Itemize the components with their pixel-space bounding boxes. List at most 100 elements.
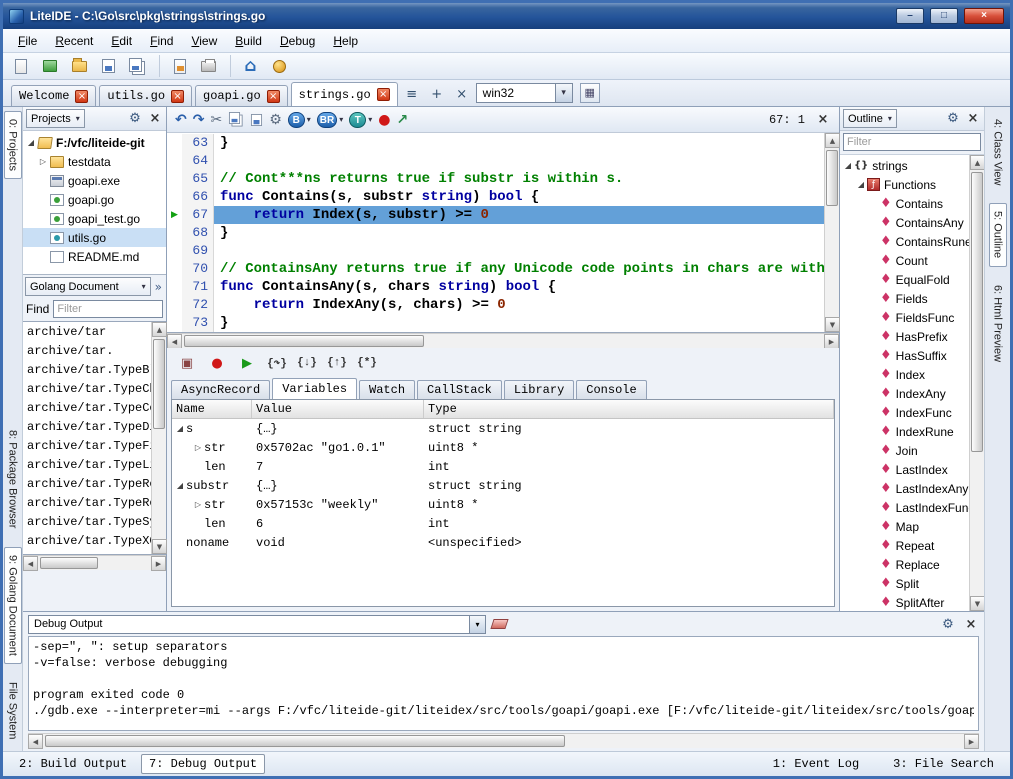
tab-strings-go[interactable]: strings.go×	[291, 82, 398, 106]
gear-icon[interactable]: ⚙	[126, 111, 144, 126]
close-panel-icon[interactable]: ×	[965, 111, 981, 126]
scroll-thumb[interactable]	[971, 172, 983, 452]
breakpoint-icon[interactable]: ●	[205, 352, 229, 374]
test-menu-button[interactable]: T ▾	[349, 112, 372, 128]
debug-tab-console[interactable]: Console	[576, 380, 646, 399]
scroll-left-icon[interactable]: ◀	[167, 334, 182, 349]
expander-icon[interactable]: ◢	[25, 138, 37, 147]
step-into-icon[interactable]: {↓}	[295, 352, 319, 374]
doc-item-archive-tar-typesymlink[interactable]: archive/tar.TypeSymlink	[23, 513, 151, 532]
scroll-up-icon[interactable]: ▲	[152, 322, 167, 337]
scroll-right-icon[interactable]: ▶	[964, 734, 979, 749]
export-icon[interactable]: ↗	[396, 112, 408, 128]
titlebar[interactable]: LiteIDE - C:\Go\src\pkg\strings\strings.…	[3, 3, 1010, 29]
debug-record-icon[interactable]: ●	[378, 112, 390, 128]
tree-item-goapi-go[interactable]: goapi.go	[23, 190, 166, 209]
status-button-3-file-search[interactable]: 3: File Search	[885, 754, 1002, 774]
tab-utils-go[interactable]: utils.go×	[99, 85, 192, 106]
doc-item-archive-tar-typexglobalheader[interactable]: archive/tar.TypeXGlobalHeader	[23, 532, 151, 551]
scroll-right-icon[interactable]: ▶	[151, 556, 166, 571]
doc-item-archive-tar-typerega[interactable]: archive/tar.TypeRegA	[23, 494, 151, 513]
code-line-64[interactable]: 64	[167, 152, 824, 170]
scroll-down-icon[interactable]: ▼	[825, 317, 840, 332]
edit-environment-icon[interactable]: ▦	[580, 83, 600, 103]
tree-item-testdata[interactable]: ▷testdata	[23, 152, 166, 171]
close-button[interactable]: ×	[964, 8, 1004, 24]
close-panel-icon[interactable]: ×	[963, 617, 979, 632]
variable-row-len[interactable]: len6int	[172, 514, 834, 533]
doc-item-archive-tar-typecont[interactable]: archive/tar.TypeCont	[23, 399, 151, 418]
scroll-left-icon[interactable]: ◀	[23, 556, 38, 571]
debug-tab-asyncrecord[interactable]: AsyncRecord	[171, 380, 270, 399]
output-combo[interactable]: Debug Output ▾	[28, 615, 486, 634]
menu-item-recent[interactable]: Recent	[46, 31, 102, 51]
expander-icon[interactable]: ◢	[855, 180, 867, 189]
continue-icon[interactable]: ▶	[235, 352, 259, 374]
menu-item-view[interactable]: View	[182, 31, 226, 51]
expander-icon[interactable]: ▷	[192, 443, 204, 452]
outline-item-lastindex[interactable]: ♦LastIndex	[840, 460, 969, 479]
tab-list-icon[interactable]: ≡	[401, 84, 423, 104]
column-header-type[interactable]: Type	[424, 400, 834, 418]
menu-item-build[interactable]: Build	[226, 31, 271, 51]
outline-item-containsany[interactable]: ♦ContainsAny	[840, 213, 969, 232]
sidebar-tab-file-system[interactable]: File System	[4, 674, 22, 747]
cut-icon[interactable]: ✂	[210, 112, 222, 128]
step-inst-icon[interactable]: {*}	[355, 352, 379, 374]
outline-item-replace[interactable]: ♦Replace	[840, 555, 969, 574]
copy-icon[interactable]	[229, 112, 240, 124]
outline-item-repeat[interactable]: ♦Repeat	[840, 536, 969, 555]
code-line-73[interactable]: 73}	[167, 314, 824, 332]
close-tab-icon[interactable]: ×	[75, 90, 88, 103]
status-button-1-event-log[interactable]: 1: Event Log	[765, 754, 867, 774]
sidebar-tab-6-html-preview[interactable]: 6: Html Preview	[989, 277, 1007, 370]
close-tab-icon[interactable]: ×	[267, 90, 280, 103]
scroll-thumb[interactable]	[45, 735, 565, 747]
step-out-icon[interactable]: {↑}	[325, 352, 349, 374]
menu-item-edit[interactable]: Edit	[102, 31, 141, 51]
code-line-69[interactable]: 69	[167, 242, 824, 260]
menu-item-find[interactable]: Find	[141, 31, 182, 51]
editor-hscrollbar[interactable]: ◀ ▶	[167, 333, 839, 348]
debug-tab-watch[interactable]: Watch	[359, 380, 415, 399]
status-button-2-build-output[interactable]: 2: Build Output	[11, 754, 135, 774]
tree-item-f-vfc-liteide-git[interactable]: ◢F:/vfc/liteide-git	[23, 133, 166, 152]
close-editor-view-icon[interactable]: ×	[815, 112, 831, 127]
scroll-thumb[interactable]	[40, 557, 98, 569]
undo-icon[interactable]: ↶	[175, 112, 187, 128]
sidebar-tab-5-outline[interactable]: 5: Outline	[989, 203, 1007, 266]
gear-icon[interactable]: ⚙	[939, 617, 957, 632]
print-icon[interactable]	[196, 55, 220, 77]
outline-item-index[interactable]: ♦Index	[840, 365, 969, 384]
sidebar-tab-4-class-view[interactable]: 4: Class View	[989, 111, 1007, 193]
close-panel-icon[interactable]: ×	[147, 111, 163, 126]
home-icon[interactable]	[230, 55, 262, 77]
editor-vscrollbar[interactable]: ▲ ▼	[824, 133, 839, 332]
scroll-up-icon[interactable]: ▲	[825, 133, 840, 148]
sidebar-tab-8-package-browser[interactable]: 8: Package Browser	[4, 422, 22, 536]
outline-item-fields[interactable]: ♦Fields	[840, 289, 969, 308]
doc-list-vscrollbar[interactable]: ▲ ▼	[151, 322, 166, 554]
open-folder-icon[interactable]	[67, 55, 91, 77]
code-line-65[interactable]: 65// Cont***ns returns true if substr is…	[167, 170, 824, 188]
outline-item-contains[interactable]: ♦Contains	[840, 194, 969, 213]
stop-icon[interactable]: ▣	[175, 352, 199, 374]
gear-icon[interactable]: ⚙	[944, 111, 962, 126]
debug-tab-library[interactable]: Library	[504, 380, 574, 399]
column-header-value[interactable]: Value	[252, 400, 424, 418]
doc-item-archive-tar[interactable]: archive/tar	[23, 323, 151, 342]
outline-item-join[interactable]: ♦Join	[840, 441, 969, 460]
scroll-up-icon[interactable]: ▲	[970, 155, 985, 170]
outline-item-lastindexany[interactable]: ♦LastIndexAny	[840, 479, 969, 498]
outline-item-containsrune[interactable]: ♦ContainsRune	[840, 232, 969, 251]
scroll-down-icon[interactable]: ▼	[152, 539, 167, 554]
variable-row-str[interactable]: ▷str0x5702ac "go1.0.1"uint8 *	[172, 438, 834, 457]
code-line-66[interactable]: 66func Contains(s, substr string) bool {	[167, 188, 824, 206]
close-tab-icon[interactable]: ×	[171, 90, 184, 103]
tab-goapi-go[interactable]: goapi.go×	[195, 85, 288, 106]
expander-icon[interactable]: ▷	[37, 157, 49, 166]
expander-icon[interactable]: ◢	[174, 481, 186, 490]
save-file-icon[interactable]	[96, 55, 120, 77]
sidebar-tab-0-projects[interactable]: 0: Projects	[4, 111, 22, 179]
split-editor-icon[interactable]: +	[426, 84, 448, 104]
